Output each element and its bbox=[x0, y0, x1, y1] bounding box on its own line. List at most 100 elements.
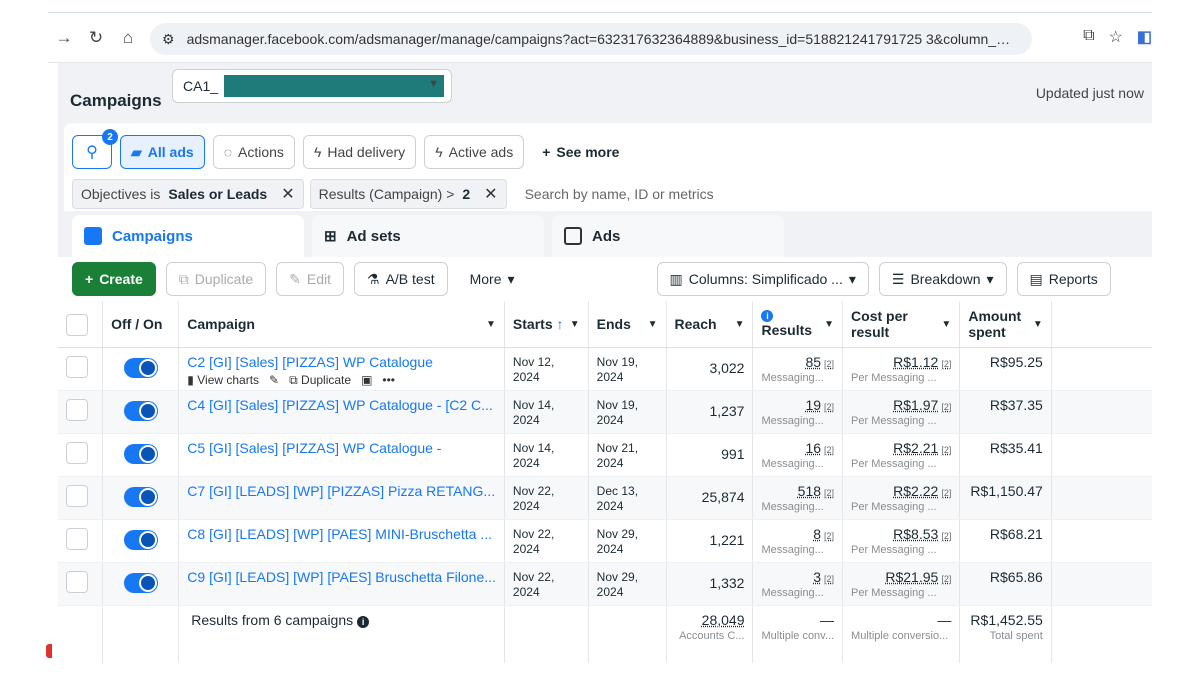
search-input[interactable]: Search by name, ID or metrics bbox=[525, 186, 714, 202]
bookmark-star-icon[interactable]: ☆ bbox=[1109, 27, 1123, 47]
columns-button[interactable]: ▥ Columns: Simplificado ... ▾ bbox=[656, 262, 869, 296]
results-value[interactable]: 518 bbox=[798, 483, 821, 499]
campaign-toggle[interactable] bbox=[123, 486, 158, 507]
table-row[interactable]: C7 [GI] [LEADS] [WP] [PIZZAS] Pizza RETA… bbox=[58, 476, 1152, 520]
site-settings-icon[interactable]: ⚙ bbox=[162, 31, 175, 48]
total-reach[interactable]: 28,049 bbox=[702, 612, 745, 628]
flask-icon: ⚗ bbox=[367, 270, 380, 287]
actions-button[interactable]: ◌ Actions bbox=[212, 135, 295, 169]
account-selector[interactable]: CA1_ ▼ bbox=[172, 69, 452, 103]
home-icon[interactable]: ⌂ bbox=[112, 22, 144, 54]
table-row[interactable]: C9 [GI] [LEADS] [WP] [PAES] Bruschetta F… bbox=[58, 562, 1152, 606]
campaign-toggle[interactable] bbox=[123, 443, 158, 464]
reload-icon[interactable]: ↻ bbox=[80, 22, 112, 54]
campaign-icon bbox=[84, 227, 102, 245]
duplicate-link[interactable]: ⧉ Duplicate bbox=[289, 373, 351, 388]
campaign-name-link[interactable]: C4 [GI] [Sales] [PIZZAS] WP Catalogue - … bbox=[187, 397, 496, 413]
more-button[interactable]: More ▾ bbox=[457, 262, 527, 296]
cost-value[interactable]: R$8.53 bbox=[893, 526, 938, 542]
chevron-down-icon[interactable]: ▼ bbox=[824, 319, 834, 330]
chevron-down-icon[interactable]: ▼ bbox=[486, 319, 496, 330]
info-icon[interactable]: i bbox=[357, 615, 370, 628]
translate-extension-icon[interactable]: ◧ bbox=[1137, 27, 1152, 47]
chevron-down-icon[interactable]: ▼ bbox=[735, 319, 745, 330]
reach-header[interactable]: Reach ▼ bbox=[666, 301, 754, 348]
offon-header[interactable]: Off / On bbox=[102, 301, 180, 348]
row-checkbox[interactable] bbox=[66, 398, 88, 421]
chevron-down-icon[interactable]: ▼ bbox=[570, 319, 580, 330]
info-icon[interactable]: i bbox=[761, 309, 774, 322]
cost-value[interactable]: R$2.22 bbox=[893, 483, 938, 499]
tab-campaigns[interactable]: Campaigns bbox=[72, 215, 304, 257]
filter-chip-objectives[interactable]: Objectives is Sales or Leads ✕ bbox=[72, 179, 304, 209]
chevron-down-icon[interactable]: ▼ bbox=[941, 319, 951, 330]
create-button[interactable]: + Create bbox=[72, 262, 156, 296]
campaign-toggle[interactable] bbox=[123, 529, 158, 550]
results-value[interactable]: 16 bbox=[805, 440, 821, 456]
forward-icon[interactable]: → bbox=[48, 22, 80, 54]
cost-header[interactable]: Cost per result ▼ bbox=[842, 301, 961, 348]
edit-pencil-icon[interactable]: ✎ bbox=[269, 373, 279, 387]
row-checkbox[interactable] bbox=[66, 484, 88, 507]
edit-button[interactable]: ✎ Edit bbox=[276, 262, 345, 296]
close-icon[interactable]: ✕ bbox=[484, 184, 497, 204]
campaign-toggle[interactable] bbox=[123, 400, 158, 421]
campaign-name-link[interactable]: C7 [GI] [LEADS] [WP] [PIZZAS] Pizza RETA… bbox=[187, 483, 496, 499]
table-header-row: Off / On Campaign ▼ Starts ↑ ▼ Ends ▼ Reach… bbox=[58, 301, 1152, 348]
results-type: Messaging... bbox=[761, 414, 824, 427]
end-date: Dec 13, 2024 bbox=[596, 483, 639, 513]
columns-icon: ▥ bbox=[669, 270, 683, 287]
campaign-header[interactable]: Campaign ▼ bbox=[178, 301, 505, 348]
results-type: Messaging... bbox=[761, 371, 824, 384]
starts-header[interactable]: Starts ↑ ▼ bbox=[504, 301, 589, 348]
install-app-icon[interactable]: ⧉ bbox=[1083, 27, 1094, 47]
cost-value[interactable]: R$1.12 bbox=[893, 354, 938, 370]
row-checkbox[interactable] bbox=[66, 527, 88, 550]
select-all-checkbox[interactable] bbox=[66, 313, 88, 336]
view-charts-link[interactable]: ▮ View charts bbox=[187, 373, 259, 387]
campaign-name-link[interactable]: C8 [GI] [LEADS] [WP] [PAES] MINI-Brusche… bbox=[187, 526, 496, 542]
row-checkbox[interactable] bbox=[66, 355, 88, 378]
cost-value[interactable]: R$21.95 bbox=[885, 569, 938, 585]
campaign-toggle[interactable] bbox=[123, 357, 158, 378]
search-button[interactable]: ⚲ 2 bbox=[72, 129, 118, 169]
table-row[interactable]: C8 [GI] [LEADS] [WP] [PAES] MINI-Brusche… bbox=[58, 519, 1152, 563]
duplicate-button[interactable]: ⧉ Duplicate bbox=[165, 262, 267, 296]
cost-value[interactable]: R$1.97 bbox=[893, 397, 938, 413]
lightning-icon: ϟ bbox=[435, 144, 443, 160]
results-value[interactable]: 3 bbox=[813, 569, 821, 585]
reports-button[interactable]: ▤ Reports bbox=[1016, 262, 1111, 296]
close-icon[interactable]: ✕ bbox=[281, 184, 294, 204]
see-more-button[interactable]: + See more bbox=[532, 135, 630, 169]
row-checkbox[interactable] bbox=[66, 570, 88, 593]
campaign-name-link[interactable]: C2 [GI] [Sales] [PIZZAS] WP Catalogue bbox=[187, 354, 496, 370]
ends-header[interactable]: Ends ▼ bbox=[588, 301, 667, 348]
table-row[interactable]: C4 [GI] [Sales] [PIZZAS] WP Catalogue - … bbox=[58, 390, 1152, 434]
more-options-icon[interactable]: ••• bbox=[382, 373, 395, 387]
image-icon[interactable]: ▣ bbox=[361, 373, 372, 387]
total-cost-type: Multiple conversio... bbox=[851, 629, 949, 642]
campaign-name-link[interactable]: C9 [GI] [LEADS] [WP] [PAES] Bruschetta F… bbox=[187, 569, 496, 585]
campaign-name-link[interactable]: C5 [GI] [Sales] [PIZZAS] WP Catalogue - bbox=[187, 440, 496, 456]
table-row[interactable]: C5 [GI] [Sales] [PIZZAS] WP Catalogue - … bbox=[58, 433, 1152, 477]
filter-chip-results[interactable]: Results (Campaign) >2 ✕ bbox=[309, 179, 507, 209]
row-checkbox[interactable] bbox=[66, 441, 88, 464]
chevron-down-icon[interactable]: ▼ bbox=[648, 319, 658, 330]
amount-header[interactable]: Amount spent ▼ bbox=[959, 301, 1052, 348]
table-row[interactable]: C2 [GI] [Sales] [PIZZAS] WP Catalogue ▮ … bbox=[58, 347, 1152, 391]
results-value[interactable]: 8 bbox=[813, 526, 821, 542]
results-value[interactable]: 19 bbox=[805, 397, 821, 413]
tab-ads[interactable]: Ads bbox=[552, 215, 784, 257]
address-bar[interactable]: ⚙ adsmanager.facebook.com/adsmanager/man… bbox=[150, 23, 1032, 55]
breakdown-button[interactable]: ☰ Breakdown ▾ bbox=[878, 262, 1007, 296]
results-value[interactable]: 85 bbox=[805, 354, 821, 370]
results-header[interactable]: i Results ▼ bbox=[752, 301, 844, 348]
campaign-toggle[interactable] bbox=[123, 572, 158, 593]
cost-value[interactable]: R$2.21 bbox=[893, 440, 938, 456]
ab-test-button[interactable]: ⚗ A/B test bbox=[354, 262, 448, 296]
active-ads-button[interactable]: ϟ Active ads bbox=[424, 135, 525, 169]
had-delivery-button[interactable]: ϟ Had delivery bbox=[302, 135, 417, 169]
chevron-down-icon[interactable]: ▼ bbox=[1033, 319, 1043, 330]
tab-ad-sets[interactable]: ⊞ Ad sets bbox=[312, 215, 544, 257]
all-ads-button[interactable]: ▰ All ads bbox=[120, 135, 205, 169]
